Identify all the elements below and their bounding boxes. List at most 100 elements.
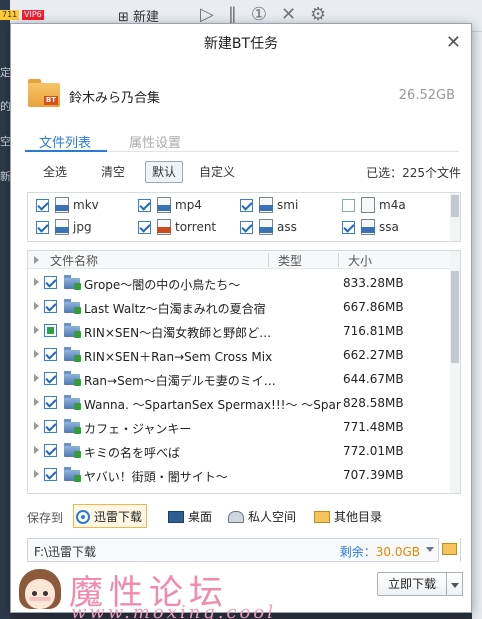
expand-arrow-icon[interactable]	[34, 374, 39, 382]
xunlei-icon	[76, 509, 90, 524]
expand-arrow-icon[interactable]	[34, 278, 39, 286]
checkbox[interactable]	[240, 198, 253, 212]
checkbox[interactable]	[342, 220, 355, 234]
type-filter-torrent[interactable]: torrent	[138, 219, 216, 239]
file-size: 707.39MB	[341, 468, 404, 482]
folder-icon	[442, 543, 457, 555]
expand-arrow-icon[interactable]	[34, 302, 39, 310]
folder-icon	[64, 323, 81, 338]
table-row[interactable]: Ran→Sem～白濁デルモ妻のミイ… 644.67MB	[28, 367, 452, 391]
save-target-desktop[interactable]: 桌面	[165, 504, 217, 528]
type-filter-mp4[interactable]: mp4	[138, 197, 202, 217]
folder-icon	[64, 419, 81, 434]
folder-icon	[64, 299, 81, 314]
expand-arrow-icon[interactable]	[34, 398, 39, 406]
checkbox[interactable]	[44, 372, 57, 385]
column-header-name[interactable]: 文件名称	[50, 252, 98, 269]
file-size: 667.86MB	[341, 300, 404, 314]
video-file-icon	[55, 197, 69, 213]
file-name: Wanna. ～SpartanSex Spermax!!!～ ～SpartanS…	[84, 398, 364, 412]
checkbox[interactable]	[138, 220, 151, 234]
type-filter-smi[interactable]: smi	[240, 197, 298, 217]
subtitle-file-icon	[361, 219, 375, 235]
file-name: RIN×SEN＋Ran→Sem Cross Mix	[84, 350, 273, 364]
expand-all-icon[interactable]	[34, 256, 39, 264]
expand-arrow-icon[interactable]	[34, 422, 39, 430]
expand-arrow-icon[interactable]	[34, 326, 39, 334]
column-header-size[interactable]: 大小	[348, 252, 372, 269]
checkbox[interactable]	[44, 444, 57, 457]
bt-tag: BT	[43, 96, 58, 105]
checkbox[interactable]	[44, 300, 57, 313]
save-path-field[interactable]: F:\迅雷下载 剩余：30.0GB	[27, 538, 461, 562]
checkbox[interactable]	[342, 198, 355, 212]
save-target-xunlei[interactable]: 迅雷下载	[73, 504, 148, 528]
tab-properties[interactable]: 属性设置	[129, 132, 181, 151]
background-badge: 711	[0, 10, 20, 20]
select-all-button[interactable]: 全选	[37, 161, 73, 183]
type-filter-jpg[interactable]: jpg	[36, 219, 92, 239]
new-bt-task-dialog: 新建BT任务 ✕ BT 鈴木みら乃合集 26.52GB 文件列表 属性设置 全选…	[10, 23, 472, 619]
checkbox[interactable]	[44, 396, 57, 409]
table-row[interactable]: Grope～闇の中の小鳥たち～ 833.28MB	[28, 271, 452, 295]
table-row[interactable]: Wanna. ～SpartanSex Spermax!!!～ ～SpartanS…	[28, 391, 452, 415]
download-now-button[interactable]: 立即下载	[377, 572, 447, 596]
checkbox[interactable]	[44, 468, 57, 481]
dialog-title: 新建BT任务	[203, 36, 279, 52]
type-filter-scrollbar[interactable]	[450, 193, 460, 241]
file-list-header: 文件名称 类型 大小	[28, 251, 452, 269]
task-name: 鈴木みら乃合集	[69, 91, 161, 106]
watermark-mascot-image	[15, 569, 65, 617]
file-name: カフェ・ジャンキー	[84, 422, 192, 436]
save-target-private[interactable]: 私人空间	[225, 504, 301, 528]
table-row[interactable]: ヤバい！街頭・闇サイト～ 707.39MB	[28, 463, 452, 487]
checkbox[interactable]	[36, 198, 49, 212]
watermark-url: www.moxing.cool	[71, 602, 276, 619]
file-size: 662.27MB	[341, 348, 404, 362]
type-filter-mkv[interactable]: mkv	[36, 197, 99, 217]
close-icon[interactable]: ✕	[446, 32, 461, 53]
tab-file-list[interactable]: 文件列表	[39, 132, 91, 151]
checkbox[interactable]	[138, 198, 151, 212]
checkbox[interactable]	[44, 276, 57, 289]
folder-icon	[64, 443, 81, 458]
checkbox[interactable]	[44, 348, 57, 361]
folder-icon	[64, 395, 81, 410]
checkbox[interactable]	[36, 220, 49, 234]
save-target-other[interactable]: 其他目录	[311, 504, 387, 528]
table-row[interactable]: RIN×SEN＋Ran→Sem Cross Mix 662.27MB	[28, 343, 452, 367]
subtitle-file-icon	[259, 219, 273, 235]
table-row[interactable]: Last Waltz～白濁まみれの夏合宿 667.86MB	[28, 295, 452, 319]
blank-file-icon	[361, 197, 375, 213]
file-size: 716.81MB	[341, 324, 404, 338]
checkbox[interactable]	[44, 420, 57, 433]
checkbox[interactable]	[44, 324, 57, 337]
folder-icon	[64, 347, 81, 362]
file-size: 772.01MB	[341, 444, 404, 458]
browse-folder-button[interactable]	[438, 538, 460, 562]
bt-folder-icon: BT	[28, 79, 60, 107]
file-name: キミの名を呼べば	[84, 446, 181, 460]
type-filter-m4a[interactable]: m4a	[342, 197, 406, 217]
expand-arrow-icon[interactable]	[34, 446, 39, 454]
expand-arrow-icon[interactable]	[34, 350, 39, 358]
background-right-panel	[472, 32, 482, 619]
file-list-scrollbar[interactable]	[450, 251, 460, 493]
custom-button[interactable]: 自定义	[193, 161, 241, 183]
table-row[interactable]: カフェ・ジャンキー 771.48MB	[28, 415, 452, 439]
clear-button[interactable]: 清空	[95, 161, 131, 183]
type-filter-ass[interactable]: ass	[240, 219, 297, 239]
file-name: Grope～闇の中の小鳥たち～	[84, 278, 241, 292]
filter-bar: 全选 清空 默认 自定义 已选：225个文件	[27, 161, 461, 183]
table-row[interactable]: RIN×SEN～白濁女教師と野郎ど… 716.81MB	[28, 319, 452, 343]
column-header-type[interactable]: 类型	[278, 252, 302, 269]
download-options-dropdown[interactable]	[447, 572, 463, 596]
checkbox[interactable]	[240, 220, 253, 234]
folder-icon	[314, 510, 330, 523]
tab-bar: 文件列表 属性设置	[25, 130, 459, 152]
default-button[interactable]: 默认	[145, 161, 184, 183]
chevron-down-icon[interactable]	[426, 547, 434, 552]
expand-arrow-icon[interactable]	[34, 470, 39, 478]
table-row[interactable]: キミの名を呼べば 772.01MB	[28, 439, 452, 463]
type-filter-ssa[interactable]: ssa	[342, 219, 399, 239]
